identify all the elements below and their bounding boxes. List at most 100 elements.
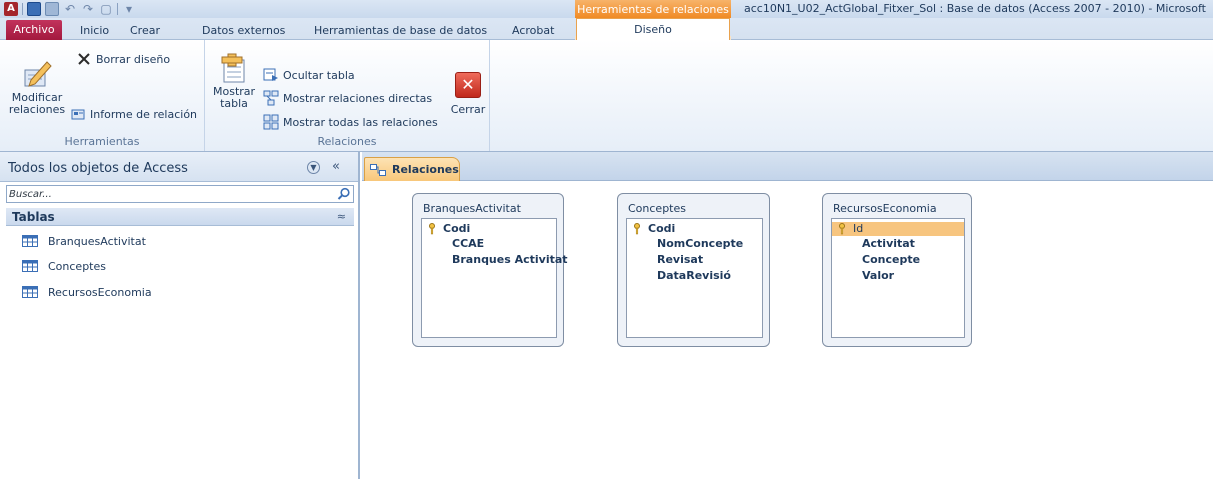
search-box — [6, 185, 354, 203]
field-label: Revisat — [657, 253, 704, 266]
field-list[interactable]: Id Activitat Concepte Valor — [831, 218, 965, 338]
access-logo-icon[interactable]: A — [4, 2, 18, 16]
nav-title: Todos los objetos de Access — [8, 161, 188, 176]
table-window-conceptes[interactable]: Conceptes Codi NomConcepte Revisat DataR… — [617, 193, 770, 347]
cerrar-label: Cerrar — [450, 103, 486, 116]
ribbon-tab-row: Archivo Inicio Crear Datos externos Herr… — [0, 18, 1213, 41]
nav-item-label: BranquesActivitat — [48, 234, 146, 248]
ribbon-group-herramientas: Modificar relaciones Borrar diseño Infor… — [0, 40, 205, 151]
ocultar-tabla-label: Ocultar tabla — [283, 68, 355, 82]
field-row[interactable]: Concepte — [832, 253, 964, 267]
field-label: Branques Activitat — [452, 253, 568, 266]
mostrar-tabla-button[interactable]: Mostrar tabla — [213, 52, 255, 110]
modificar-relaciones-button[interactable]: Modificar relaciones — [8, 58, 66, 116]
search-icon[interactable] — [337, 187, 351, 201]
field-list[interactable]: Codi CCAE Branques Activitat — [421, 218, 568, 338]
table-window-title[interactable]: RecursosEconomia — [833, 202, 937, 215]
field-list[interactable]: Codi NomConcepte Revisat DataRevisió — [626, 218, 763, 338]
nav-item-label: Conceptes — [48, 259, 106, 273]
tab-diseno[interactable]: Diseño — [576, 18, 730, 41]
doc-tab-relaciones[interactable]: Relaciones — [364, 157, 460, 181]
table-icon — [22, 260, 38, 272]
field-label: Concepte — [862, 253, 921, 266]
ocultar-tabla-button[interactable]: Ocultar tabla — [263, 66, 355, 84]
collapse-pane-icon[interactable]: « — [332, 159, 340, 174]
field-label: Id — [853, 222, 864, 235]
field-label: Codi — [648, 222, 676, 235]
field-row[interactable]: Codi — [422, 222, 556, 236]
direct-relationships-icon — [263, 90, 279, 106]
tab-datos-externos[interactable]: Datos externos — [202, 22, 285, 40]
all-relationships-icon — [263, 114, 279, 130]
primary-key-icon — [839, 223, 845, 235]
tab-inicio[interactable]: Inicio — [80, 22, 109, 40]
field-label: Valor — [862, 269, 895, 282]
field-label: Codi — [443, 222, 471, 235]
customize-qat-icon[interactable]: ▾ — [122, 2, 136, 16]
informe-relacion-button[interactable]: Informe de relación — [70, 105, 197, 123]
cerrar-button[interactable]: ✕ Cerrar — [448, 72, 488, 116]
field-row[interactable]: DataRevisió — [627, 269, 762, 283]
group-label-relaciones: Relaciones — [317, 135, 377, 148]
access-window: A ↶ ↷ ▢ ▾ Herramientas de relaciones acc… — [0, 0, 1213, 479]
tab-crear[interactable]: Crear — [130, 22, 160, 40]
tab-herramientas-base-de-datos[interactable]: Herramientas de base de datos — [314, 22, 487, 40]
field-row[interactable]: CCAE — [422, 237, 556, 251]
field-row-selected[interactable]: Id — [832, 222, 964, 236]
show-table-icon — [221, 53, 245, 83]
mostrar-todas-relaciones-label: Mostrar todas las relaciones — [283, 115, 438, 129]
table-window-recursoseconomia[interactable]: RecursosEconomia Id Activitat Concepte V… — [822, 193, 972, 347]
ribbon: Modificar relaciones Borrar diseño Infor… — [0, 40, 1213, 152]
informe-relacion-label: Informe de relación — [90, 107, 198, 121]
field-label: Activitat — [862, 237, 915, 250]
tab-acrobat[interactable]: Acrobat — [512, 22, 554, 40]
undo-icon[interactable]: ↶ — [63, 2, 77, 16]
nav-header[interactable]: Todos los objetos de Access ▼ « — [0, 152, 358, 182]
nav-dropdown-icon[interactable]: ▼ — [307, 161, 320, 174]
edit-relations-icon — [24, 61, 52, 87]
borrar-diseno-button[interactable]: Borrar diseño — [76, 50, 170, 68]
mostrar-relaciones-directas-label: Mostrar relaciones directas — [283, 91, 433, 105]
nav-group-tablas[interactable]: Tablas ≈ — [6, 208, 354, 226]
table-icon — [22, 286, 38, 298]
chevron-up-icon[interactable]: ≈ — [337, 210, 346, 223]
save-icon[interactable] — [27, 2, 41, 16]
nav-item-conceptes[interactable]: Conceptes — [22, 258, 106, 274]
primary-key-icon — [429, 223, 435, 235]
nav-item-branquesactivitat[interactable]: BranquesActivitat — [22, 233, 146, 249]
table-window-title[interactable]: BranquesActivitat — [423, 202, 521, 215]
nav-group-label: Tablas — [12, 210, 55, 224]
table-icon — [22, 235, 38, 247]
field-row[interactable]: Codi — [627, 222, 762, 236]
database-icon[interactable] — [45, 2, 59, 16]
field-row[interactable]: Valor — [832, 269, 964, 283]
mostrar-relaciones-directas-button[interactable]: Mostrar relaciones directas — [263, 89, 432, 107]
redo-icon[interactable]: ↷ — [81, 2, 95, 16]
modificar-label-2: relaciones — [8, 103, 66, 116]
ribbon-group-relaciones: Mostrar tabla Ocultar tabla Mostrar rela… — [205, 40, 490, 151]
context-tab-header: Herramientas de relaciones — [575, 0, 731, 18]
field-row[interactable]: Activitat — [832, 237, 964, 251]
quick-access-toolbar: A ↶ ↷ ▢ ▾ — [4, 1, 136, 17]
hide-table-icon — [263, 68, 278, 81]
table-window-title[interactable]: Conceptes — [628, 202, 686, 215]
tab-archivo[interactable]: Archivo — [6, 20, 62, 40]
relationships-document: Relaciones BranquesActivitat Codi CCAE B… — [362, 152, 1213, 479]
field-row[interactable]: NomConcepte — [627, 237, 762, 251]
table-window-branquesactivitat[interactable]: BranquesActivitat Codi CCAE Branques Act… — [412, 193, 568, 347]
field-row[interactable]: Branques Activitat — [422, 253, 568, 267]
title-bar: A ↶ ↷ ▢ ▾ Herramientas de relaciones acc… — [0, 0, 1213, 18]
borrar-diseno-label: Borrar diseño — [96, 52, 171, 66]
relationships-icon — [370, 163, 386, 176]
mostrar-todas-relaciones-button[interactable]: Mostrar todas las relaciones — [263, 113, 438, 131]
print-preview-icon[interactable]: ▢ — [99, 2, 113, 16]
nav-item-recursoseconomia[interactable]: RecursosEconomia — [22, 284, 152, 300]
primary-key-icon — [634, 223, 640, 235]
navigation-pane: Todos los objetos de Access ▼ « Tablas ≈… — [0, 152, 360, 479]
document-tab-bar: Relaciones — [362, 152, 1213, 181]
window-title: acc10N1_U02_ActGlobal_Fitxer_Sol : Base … — [744, 2, 1206, 15]
field-row[interactable]: Revisat — [627, 253, 762, 267]
search-input[interactable] — [9, 186, 329, 202]
qat-separator — [22, 3, 23, 15]
nav-item-label: RecursosEconomia — [48, 285, 152, 299]
